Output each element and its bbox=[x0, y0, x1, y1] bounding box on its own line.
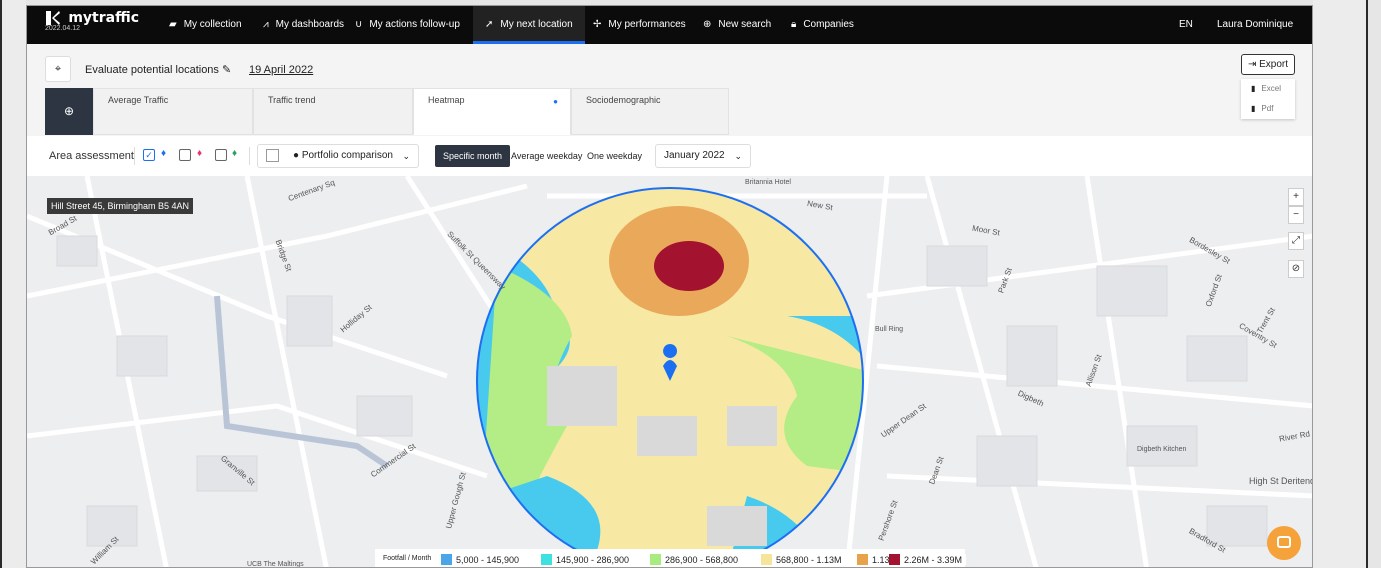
period-one-weekday[interactable]: One weekday bbox=[579, 145, 650, 167]
page-header: ⌖ Evaluate potential locations ✎ 19 Apri… bbox=[27, 44, 1312, 94]
expand-icon: ⤢ bbox=[1292, 235, 1300, 246]
street-label: UCB The Maltings bbox=[247, 561, 304, 568]
legend-title: Footfall / Month bbox=[383, 555, 432, 562]
dropdown-checkbox bbox=[266, 148, 279, 162]
location-checkbox-green[interactable] bbox=[215, 149, 227, 161]
telescope-button[interactable]: ⌖ bbox=[45, 56, 71, 82]
language-switch[interactable]: EN bbox=[1179, 6, 1193, 44]
month-dropdown[interactable]: January 2022 ⌄ bbox=[655, 144, 751, 168]
search-icon: ⊕ bbox=[63, 104, 75, 118]
nav-my-actions-follow-up[interactable]: ∪ My actions follow-up bbox=[355, 6, 460, 44]
export-button[interactable]: ⇥ Export bbox=[1241, 54, 1295, 75]
drop-icon: ● bbox=[293, 150, 300, 161]
brand-name: mytraffic bbox=[68, 10, 140, 26]
legend-swatch bbox=[541, 554, 552, 565]
window-right-edge bbox=[1313, 0, 1368, 568]
legend-swatch bbox=[441, 554, 452, 565]
zoom-out-button[interactable]: − bbox=[1288, 206, 1304, 224]
zoom-in-button[interactable]: + bbox=[1288, 188, 1304, 206]
tab-average-traffic[interactable]: Average Traffic bbox=[93, 88, 253, 135]
legend-swatch bbox=[761, 554, 772, 565]
legend-swatch bbox=[650, 554, 661, 565]
legend-item: 145,900 - 286,900 bbox=[541, 554, 629, 565]
tab-heatmap[interactable]: Heatmap ● bbox=[413, 88, 571, 135]
map-canvas[interactable] bbox=[27, 176, 1312, 568]
plus-circle-icon: ⊕ bbox=[703, 19, 712, 30]
chat-launcher-button[interactable] bbox=[1267, 526, 1301, 560]
chat-icon bbox=[1277, 536, 1291, 548]
pink-pin-icon: ♦ bbox=[197, 148, 203, 159]
blue-pin-icon: ♦ bbox=[161, 148, 167, 159]
filter-bar: Area assessment ✓ ♦ ♦ ♦ ● Portfolio comp… bbox=[27, 136, 1312, 176]
sparkle-icon: ✢ bbox=[593, 19, 602, 30]
edit-pencil-icon[interactable]: ✎ bbox=[222, 63, 231, 76]
hide-layer-button[interactable]: ⊘ bbox=[1288, 260, 1304, 278]
street-label: Digbeth Kitchen bbox=[1137, 446, 1187, 453]
top-navigation-bar: mytraffic 2022.04.12 ▰ My collection ⩘ My … bbox=[27, 6, 1312, 44]
export-icon: ⇥ bbox=[1247, 59, 1257, 70]
folder-icon: ▰ bbox=[169, 19, 177, 30]
area-assessment-label: Area assessment bbox=[49, 150, 134, 162]
address-label: Hill Street 45, Birmingham B5 4AN bbox=[47, 198, 194, 214]
location-checkbox-blue[interactable]: ✓ bbox=[143, 149, 155, 161]
divider bbox=[249, 147, 250, 165]
portfolio-comparison-dropdown[interactable]: ● Portfolio comparison ⌄ bbox=[257, 144, 419, 168]
legend-overflow: 2.26M - 3.39M bbox=[889, 549, 969, 567]
nav-new-search[interactable]: ⊕ New search bbox=[703, 6, 771, 44]
lock-icon: 🔒︎ bbox=[791, 19, 797, 30]
green-pin-icon: ♦ bbox=[232, 148, 238, 159]
window-left-edge bbox=[0, 0, 26, 568]
period-average-weekday[interactable]: Average weekday bbox=[503, 145, 590, 167]
user-menu[interactable]: Laura Dominique bbox=[1217, 6, 1293, 44]
page-title: Evaluate potential locations bbox=[85, 64, 219, 76]
legend-item: 2.26M - 3.39M bbox=[889, 554, 967, 565]
eye-off-icon: ⊘ bbox=[1291, 263, 1301, 274]
chevron-down-icon: ⌄ bbox=[734, 151, 742, 161]
legend-swatch bbox=[889, 554, 900, 565]
analysis-tabs: ⊕ Average Traffic Traffic trend Heatmap … bbox=[27, 88, 1312, 136]
send-icon: ➚ bbox=[485, 19, 494, 30]
street-label: High St Deritend bbox=[1249, 476, 1312, 486]
nav-my-dashboards[interactable]: ⩘ My dashboards bbox=[263, 6, 344, 44]
tab-traffic-trend[interactable]: Traffic trend bbox=[253, 88, 413, 135]
app-window: mytraffic 2022.04.12 ▰ My collection ⩘ My … bbox=[26, 5, 1313, 568]
heatmap-map[interactable]: Hill Street 45, Birmingham B5 4AN Broad … bbox=[27, 176, 1312, 568]
nav-companies[interactable]: 🔒︎ Companies bbox=[791, 6, 854, 44]
legend-item: 5,000 - 145,900 bbox=[441, 554, 519, 565]
divider bbox=[134, 147, 135, 165]
search-tab-button[interactable]: ⊕ bbox=[45, 88, 93, 135]
period-specific-month[interactable]: Specific month bbox=[435, 145, 511, 167]
chart-icon: ⩘ bbox=[263, 19, 269, 30]
legend-item: 286,900 - 568,800 bbox=[650, 554, 738, 565]
chevron-down-icon: ⌄ bbox=[402, 151, 410, 161]
fullscreen-button[interactable]: ⤢ bbox=[1288, 232, 1304, 250]
legend-item: 568,800 - 1.13M bbox=[761, 554, 842, 565]
tab-sociodemographic[interactable]: Sociodemographic bbox=[571, 88, 729, 135]
street-label: Britannia Hotel bbox=[745, 179, 791, 186]
magnet-icon: ∪ bbox=[355, 19, 363, 30]
mytraffic-logo-icon bbox=[46, 11, 60, 25]
nav-my-performances[interactable]: ✢ My performances bbox=[593, 6, 686, 44]
telescope-icon: ⌖ bbox=[54, 63, 62, 75]
nav-my-next-location[interactable]: ➚ My next location bbox=[473, 6, 585, 44]
location-checkbox-pink[interactable] bbox=[179, 149, 191, 161]
drop-icon: ● bbox=[553, 97, 558, 106]
legend-swatch bbox=[857, 554, 868, 565]
street-label: Bull Ring bbox=[875, 326, 904, 333]
brand-version: 2022.04.12 bbox=[45, 25, 81, 32]
heatmap-legend: Footfall / Month 5,000 - 145,900 145,900… bbox=[375, 549, 965, 567]
date-link[interactable]: 19 April 2022 bbox=[249, 64, 313, 76]
brand[interactable]: mytraffic 2022.04.12 bbox=[45, 10, 139, 32]
nav-my-collection[interactable]: ▰ My collection bbox=[169, 6, 242, 44]
